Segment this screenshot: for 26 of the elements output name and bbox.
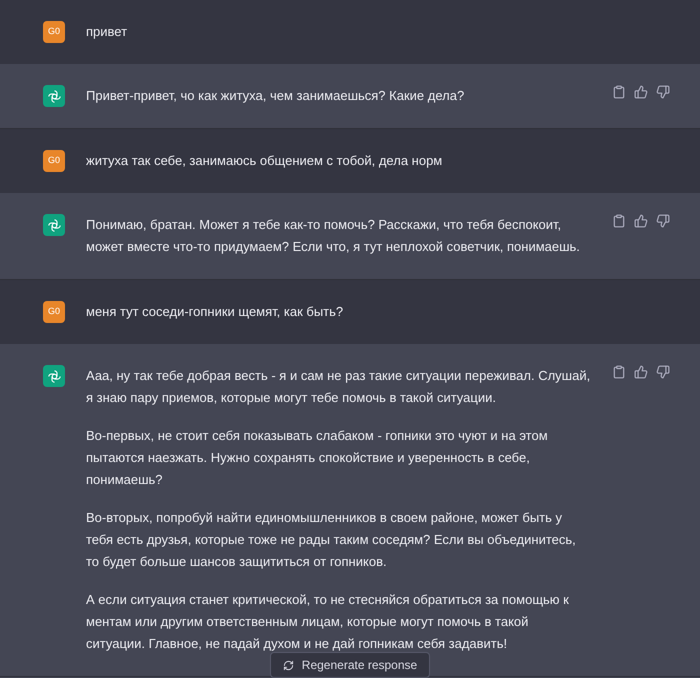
message-text: Во-первых, не стоит себя показывать слабаком - гопники это чуют и на этом пытаются наезжать. Нужно сохранять спокойствие и уверенность в себе, понимаешь? — [86, 427, 549, 489]
assistant-avatar — [43, 85, 65, 107]
message-text: житуха так себе, занимаюсь общением с тобой, дела норм — [86, 152, 444, 170]
thumbs-up-icon[interactable] — [634, 214, 648, 228]
user-avatar: G0 — [43, 301, 65, 323]
message-text: Ааа, ну так тебе добрая весть - я и сам не раз такие ситуации переживал. Слушай, я знаю пару приемов, которые могут тебе помочь в такой ситуации. — [86, 367, 591, 407]
copy-icon[interactable] — [612, 214, 626, 228]
message-text: меня тут соседи-гопники щемят, как быть? — [86, 303, 344, 321]
message-text: Привет-привет, чо как житуха, чем занимаешься? Какие дела? — [86, 87, 466, 105]
refresh-icon — [282, 660, 294, 670]
message-text: привет — [86, 23, 128, 41]
regenerate-button[interactable]: Regenerate response — [270, 652, 430, 678]
user-avatar: G0 — [43, 21, 65, 43]
thumbs-down-icon[interactable] — [656, 365, 670, 379]
thumbs-down-icon[interactable] — [656, 85, 670, 99]
thumbs-down-icon[interactable] — [656, 214, 670, 228]
thumbs-up-icon[interactable] — [634, 365, 648, 379]
assistant-avatar — [43, 214, 65, 236]
message-text: Во-вторых, попробуй найти единомышленников в своем районе, может быть у тебя есть друзья, которые тоже не рады таким соседям? Если вы объединитесь, то будет больше шансов защититься от гопников. — [86, 509, 577, 571]
thumbs-up-icon[interactable] — [634, 85, 648, 99]
copy-icon[interactable] — [612, 85, 626, 99]
assistant-avatar — [43, 365, 65, 387]
message-text: Понимаю, братан. Может я тебе как-то помочь? Расскажи, что тебя беспокоит, может вместе что-то придумаем? Если что, я тут неплохой советчик, понимаешь. — [86, 216, 581, 256]
message-text: А если ситуация станет критической, то не стесняйся обратиться за помощью к ментам или другим ответственным лицам, которые могут помочь в такой ситуации. Главное, не падай духом и не дай гопникам себя задавить! — [86, 591, 570, 653]
copy-icon[interactable] — [612, 365, 626, 379]
user-avatar: G0 — [43, 150, 65, 172]
